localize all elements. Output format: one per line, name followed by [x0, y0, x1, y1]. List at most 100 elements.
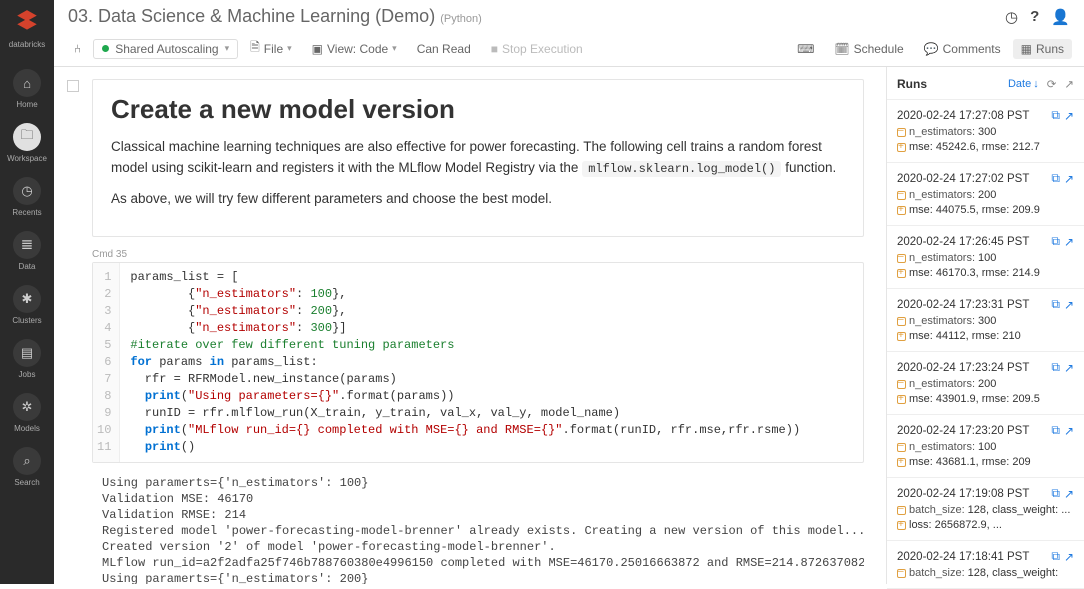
md-paragraph-1b: function. [785, 160, 836, 175]
cluster-icon: ✱ [13, 285, 41, 313]
param-collapse-icon[interactable] [897, 443, 906, 452]
sidebar-item-jobs[interactable]: ▤ Jobs [0, 331, 54, 385]
sidebar-item-clusters[interactable]: ✱ Clusters [0, 277, 54, 331]
detach-icon[interactable]: ⑃ [66, 39, 89, 59]
metric-expand-icon[interactable] [897, 521, 906, 530]
schedule-button[interactable]: 🗓 Schedule [826, 39, 911, 59]
run-item[interactable]: 2020-02-24 17:18:41 PST⧉↗ batch_size: 12… [887, 541, 1084, 589]
run-timestamp: 2020-02-24 17:23:24 PST [897, 362, 1047, 374]
copy-icon[interactable]: ⧉ [1051, 108, 1060, 123]
cluster-name: Shared Autoscaling [115, 42, 218, 56]
external-link-icon[interactable]: ↗ [1064, 109, 1074, 123]
copy-icon[interactable]: ⧉ [1051, 234, 1060, 249]
arrow-down-icon: ↓ [1033, 78, 1039, 90]
notebook-title: 03. Data Science & Machine Learning (Dem… [68, 6, 435, 26]
external-link-icon[interactable]: ↗ [1064, 487, 1074, 501]
external-link-icon[interactable]: ↗ [1064, 77, 1074, 91]
run-timestamp: 2020-02-24 17:23:31 PST [897, 299, 1047, 311]
metric-expand-icon[interactable] [897, 395, 906, 404]
copy-icon[interactable]: ⧉ [1051, 297, 1060, 312]
calendar-icon: ▤ [13, 339, 41, 367]
sidebar-item-home[interactable]: ⌂ Home [0, 61, 54, 115]
refresh-icon[interactable]: ⟳ [1047, 77, 1057, 91]
keyboard-icon[interactable]: ⌨ [789, 39, 822, 59]
status-dot-icon [102, 45, 109, 52]
param-collapse-icon[interactable] [897, 128, 906, 137]
metric-expand-icon[interactable] [897, 143, 906, 152]
param-collapse-icon[interactable] [897, 317, 906, 326]
copy-icon[interactable]: ⧉ [1051, 549, 1060, 564]
notebook-header: 03. Data Science & Machine Learning (Dem… [54, 0, 1084, 31]
run-timestamp: 2020-02-24 17:27:08 PST [897, 110, 1047, 122]
folder-icon: 🗀 [13, 123, 41, 151]
code-cell[interactable]: 1234567891011 params_list = [ {"n_estima… [92, 262, 864, 463]
cell-output: Using paramerts={'n_estimators': 100} Va… [92, 469, 864, 584]
markdown-cell[interactable]: Create a new model version Classical mac… [92, 79, 864, 237]
runs-toggle-button[interactable]: ▦ Runs [1013, 39, 1072, 59]
run-item[interactable]: 2020-02-24 17:26:45 PST⧉↗ n_estimators: … [887, 226, 1084, 289]
home-icon: ⌂ [13, 69, 41, 97]
copy-icon[interactable]: ⧉ [1051, 423, 1060, 438]
run-timestamp: 2020-02-24 17:19:08 PST [897, 488, 1047, 500]
image-icon: ▣ [312, 42, 323, 56]
cell-collapse-toggle[interactable] [67, 80, 79, 92]
cluster-selector[interactable]: Shared Autoscaling ▾ [93, 39, 238, 59]
clock-icon: ◷ [13, 177, 41, 205]
metric-expand-icon[interactable] [897, 206, 906, 215]
user-icon[interactable]: 👤 [1051, 8, 1070, 26]
external-link-icon[interactable]: ↗ [1064, 550, 1074, 564]
view-menu[interactable]: ▣ View: Code ▾ [304, 39, 405, 59]
copy-icon[interactable]: ⧉ [1051, 486, 1060, 501]
runs-list: 2020-02-24 17:27:08 PST⧉↗ n_estimators: … [887, 100, 1084, 589]
line-gutter: 1234567891011 [93, 263, 120, 462]
notebook-language: (Python) [440, 13, 482, 25]
clock-history-icon[interactable]: ◷ [1005, 8, 1018, 26]
param-collapse-icon[interactable] [897, 569, 906, 578]
file-icon: 🗎 [250, 38, 260, 59]
sidebar-item-workspace[interactable]: 🗀 Workspace [0, 115, 54, 169]
comment-icon: 💬 [924, 42, 939, 56]
param-collapse-icon[interactable] [897, 191, 906, 200]
run-item[interactable]: 2020-02-24 17:19:08 PST⧉↗ batch_size: 12… [887, 478, 1084, 541]
param-collapse-icon[interactable] [897, 506, 906, 515]
run-item[interactable]: 2020-02-24 17:27:02 PST⧉↗ n_estimators: … [887, 163, 1084, 226]
calendar-icon: 🗓 [834, 42, 849, 56]
run-timestamp: 2020-02-24 17:23:20 PST [897, 425, 1047, 437]
left-sidebar: databricks ⌂ Home 🗀 Workspace ◷ Recents … [0, 0, 54, 584]
param-collapse-icon[interactable] [897, 254, 906, 263]
copy-icon[interactable]: ⧉ [1051, 171, 1060, 186]
external-link-icon[interactable]: ↗ [1064, 172, 1074, 186]
sidebar-item-data[interactable]: 𝌆 Data [0, 223, 54, 277]
metric-expand-icon[interactable] [897, 332, 906, 341]
help-icon[interactable]: ? [1030, 8, 1039, 26]
md-inline-code: mlflow.sklearn.log_model() [582, 161, 781, 177]
external-link-icon[interactable]: ↗ [1064, 424, 1074, 438]
sidebar-item-search[interactable]: ⌕ Search [0, 439, 54, 493]
external-link-icon[interactable]: ↗ [1064, 235, 1074, 249]
run-item[interactable]: 2020-02-24 17:23:24 PST⧉↗ n_estimators: … [887, 352, 1084, 415]
run-item[interactable]: 2020-02-24 17:23:20 PST⧉↗ n_estimators: … [887, 415, 1084, 478]
param-collapse-icon[interactable] [897, 380, 906, 389]
chevron-down-icon: ▾ [287, 43, 292, 54]
sidebar-item-recents[interactable]: ◷ Recents [0, 169, 54, 223]
external-link-icon[interactable]: ↗ [1064, 361, 1074, 375]
run-item[interactable]: 2020-02-24 17:23:31 PST⧉↗ n_estimators: … [887, 289, 1084, 352]
metric-expand-icon[interactable] [897, 458, 906, 467]
code-editor[interactable]: params_list = [ {"n_estimators": 100}, {… [120, 263, 810, 462]
runs-panel: Runs Date ↓ ⟳ ↗ 2020-02-24 17:27:08 PST ⧉… [886, 67, 1084, 584]
file-menu[interactable]: 🗎 File ▾ [242, 35, 300, 62]
copy-icon[interactable]: ⧉ [1051, 360, 1060, 375]
run-timestamp: 2020-02-24 17:26:45 PST [897, 236, 1047, 248]
run-timestamp: 2020-02-24 17:27:02 PST [897, 173, 1047, 185]
sidebar-item-models[interactable]: ✲ Models [0, 385, 54, 439]
notebook-body: Create a new model version Classical mac… [54, 67, 886, 584]
runs-panel-title: Runs [897, 77, 1008, 91]
external-link-icon[interactable]: ↗ [1064, 298, 1074, 312]
metric-expand-icon[interactable] [897, 269, 906, 278]
database-icon: 𝌆 [13, 231, 41, 259]
run-item[interactable]: 2020-02-24 17:27:08 PST⧉↗ n_estimators: … [887, 100, 1084, 163]
stop-execution-button[interactable]: ■ Stop Execution [483, 39, 591, 59]
comments-button[interactable]: 💬 Comments [916, 39, 1009, 59]
permissions-indicator[interactable]: Can Read [409, 39, 479, 59]
runs-sort-button[interactable]: Date ↓ [1008, 78, 1039, 90]
